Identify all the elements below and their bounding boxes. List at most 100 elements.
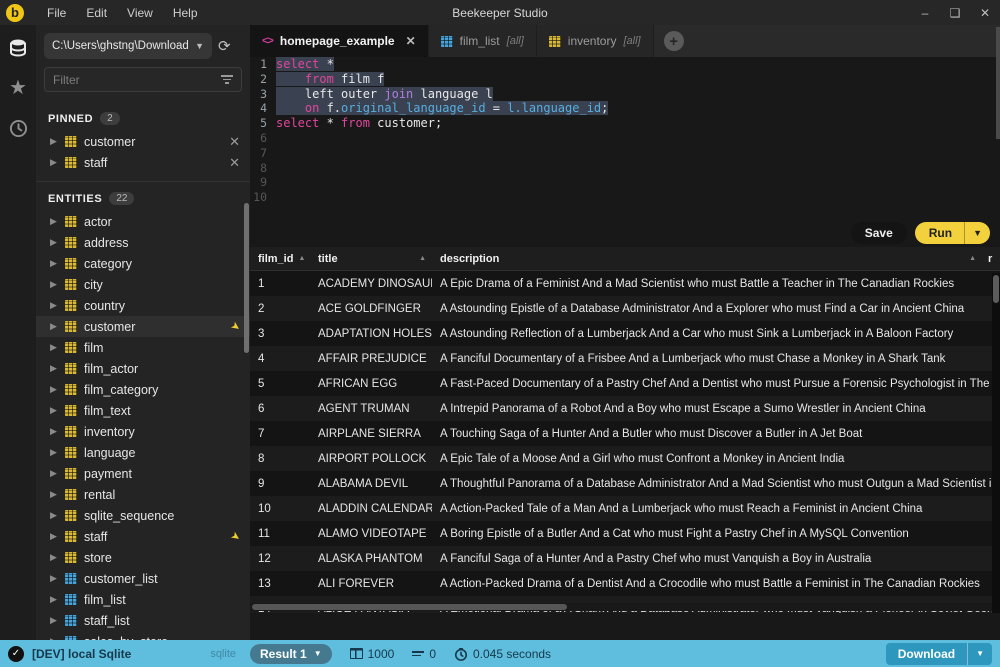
column-header-description[interactable]: description ▲ — [432, 253, 986, 265]
table-row[interactable]: 8AIRPORT POLLOCKA Epic Tale of a Moose A… — [250, 446, 1000, 471]
column-header-release-year-clipped[interactable]: r — [986, 253, 1000, 265]
download-dropdown-caret-icon[interactable]: ▼ — [967, 643, 992, 665]
chevron-right-icon[interactable]: ▶ — [50, 321, 58, 332]
sidebar-item-store[interactable]: ▶store — [36, 547, 250, 568]
chevron-right-icon[interactable]: ▶ — [50, 279, 58, 290]
pin-icon[interactable]: ➤ — [228, 319, 243, 335]
chevron-right-icon[interactable]: ▶ — [50, 384, 58, 395]
menu-item-file[interactable]: File — [38, 4, 75, 22]
chevron-right-icon[interactable]: ▶ — [50, 363, 58, 374]
refresh-icon[interactable]: ⟳ — [218, 37, 231, 55]
chevron-right-icon[interactable]: ▶ — [50, 426, 58, 437]
tab-film_list[interactable]: film_list[all] — [429, 25, 537, 57]
new-tab-button[interactable]: + — [664, 31, 684, 51]
chevron-down-icon: ▼ — [195, 41, 204, 51]
table-row[interactable]: 5AFRICAN EGGA Fast-Paced Documentary of … — [250, 371, 1000, 396]
database-icon[interactable] — [7, 37, 29, 59]
table-row[interactable]: 11ALAMO VIDEOTAPEA Boring Epistle of a B… — [250, 521, 1000, 546]
chevron-right-icon[interactable]: ▶ — [50, 216, 58, 227]
result-selector[interactable]: Result 1 ▼ — [250, 644, 332, 664]
chevron-right-icon[interactable]: ▶ — [50, 405, 58, 416]
chevron-right-icon[interactable]: ▶ — [50, 489, 58, 500]
chevron-right-icon[interactable]: ▶ — [50, 510, 58, 521]
table-icon — [549, 36, 561, 47]
history-icon[interactable] — [7, 117, 29, 139]
chevron-right-icon[interactable]: ▶ — [50, 552, 58, 563]
minimize-button[interactable]: – — [910, 0, 940, 25]
column-header-film-id[interactable]: film_id ▲ — [250, 253, 310, 265]
table-row[interactable]: 1ACADEMY DINOSAURA Epic Drama of a Femin… — [250, 271, 1000, 296]
sidebar-item-actor[interactable]: ▶actor — [36, 211, 250, 232]
close-button[interactable]: ✕ — [970, 0, 1000, 25]
chevron-right-icon[interactable]: ▶ — [50, 468, 58, 479]
sidebar-item-film_category[interactable]: ▶film_category — [36, 379, 250, 400]
chevron-right-icon[interactable]: ▶ — [50, 342, 58, 353]
sidebar-item-language[interactable]: ▶language — [36, 442, 250, 463]
editor-scrollbar[interactable] — [996, 27, 1000, 139]
sidebar-item-film[interactable]: ▶film — [36, 337, 250, 358]
sidebar-item-address[interactable]: ▶address — [36, 232, 250, 253]
sidebar-item-country[interactable]: ▶country — [36, 295, 250, 316]
maximize-button[interactable]: ❑ — [940, 0, 970, 25]
sidebar-item-rental[interactable]: ▶rental — [36, 484, 250, 505]
chevron-right-icon[interactable]: ▶ — [50, 136, 58, 147]
sidebar-item-sales_by_store[interactable]: ▶sales_by_store — [36, 631, 250, 640]
run-dropdown-caret-icon[interactable]: ▼ — [964, 222, 990, 244]
sidebar-item-payment[interactable]: ▶payment — [36, 463, 250, 484]
tab-homepage_example[interactable]: <>homepage_example✕ — [250, 25, 429, 57]
column-header-title[interactable]: title ▲ — [310, 253, 432, 265]
table-row[interactable]: 3ADAPTATION HOLESA Astounding Reflection… — [250, 321, 1000, 346]
sidebar-item-city[interactable]: ▶city — [36, 274, 250, 295]
chevron-right-icon[interactable]: ▶ — [50, 615, 58, 626]
chevron-right-icon[interactable]: ▶ — [50, 300, 58, 311]
table-row[interactable]: 9ALABAMA DEVILA Thoughtful Panorama of a… — [250, 471, 1000, 496]
filter-input[interactable] — [53, 73, 221, 87]
table-row[interactable]: 7AIRPLANE SIERRAA Touching Saga of a Hun… — [250, 421, 1000, 446]
menu-item-edit[interactable]: Edit — [77, 4, 116, 22]
download-button[interactable]: Download ▼ — [886, 643, 992, 665]
pinned-item-staff[interactable]: ▶staff✕ — [36, 152, 250, 173]
sidebar-item-customer[interactable]: ▶customer➤ — [36, 316, 250, 337]
table-row[interactable]: 6AGENT TRUMANA Intrepid Panorama of a Ro… — [250, 396, 1000, 421]
table-row[interactable]: 13ALI FOREVERA Action-Packed Drama of a … — [250, 571, 1000, 596]
sidebar-item-customer_list[interactable]: ▶customer_list — [36, 568, 250, 589]
database-selector[interactable]: C:\Users\ghstng\Downloads ▼ — [44, 33, 212, 59]
sidebar-item-film_actor[interactable]: ▶film_actor — [36, 358, 250, 379]
unpin-close-icon[interactable]: ✕ — [229, 134, 240, 150]
menu-item-view[interactable]: View — [118, 4, 162, 22]
table-row[interactable]: 2ACE GOLDFINGERA Astounding Epistle of a… — [250, 296, 1000, 321]
menu-item-help[interactable]: Help — [164, 4, 207, 22]
sidebar-item-category[interactable]: ▶category — [36, 253, 250, 274]
chevron-right-icon[interactable]: ▶ — [50, 573, 58, 584]
connection-status[interactable]: ✓ [DEV] local Sqlite sqlite — [0, 646, 250, 662]
sidebar-item-inventory[interactable]: ▶inventory — [36, 421, 250, 442]
sidebar-item-film_list[interactable]: ▶film_list — [36, 589, 250, 610]
pinned-item-customer[interactable]: ▶customer✕ — [36, 131, 250, 152]
tab-inventory[interactable]: inventory[all] — [537, 25, 654, 57]
vertical-scrollbar[interactable] — [992, 273, 1000, 613]
filter-icon[interactable] — [221, 75, 233, 84]
table-icon — [65, 489, 77, 500]
chevron-right-icon[interactable]: ▶ — [50, 157, 58, 168]
sql-editor[interactable]: 1select *2 from film f3 left outer join … — [250, 57, 1000, 247]
tab-close-icon[interactable]: ✕ — [406, 34, 416, 48]
chevron-right-icon[interactable]: ▶ — [50, 237, 58, 248]
chevron-right-icon[interactable]: ▶ — [50, 594, 58, 605]
favorites-star-icon[interactable]: ★ — [7, 77, 29, 99]
chevron-right-icon[interactable]: ▶ — [50, 531, 58, 542]
sidebar-item-staff_list[interactable]: ▶staff_list — [36, 610, 250, 631]
chevron-right-icon[interactable]: ▶ — [50, 447, 58, 458]
sidebar-item-sqlite_sequence[interactable]: ▶sqlite_sequence — [36, 505, 250, 526]
sidebar-item-film_text[interactable]: ▶film_text — [36, 400, 250, 421]
chevron-right-icon[interactable]: ▶ — [50, 258, 58, 269]
sidebar-item-staff[interactable]: ▶staff➤ — [36, 526, 250, 547]
run-button[interactable]: Run ▼ — [915, 222, 990, 244]
unpin-close-icon[interactable]: ✕ — [229, 155, 240, 171]
table-row[interactable]: 10ALADDIN CALENDARA Action-Packed Tale o… — [250, 496, 1000, 521]
sidebar-scrollbar[interactable] — [244, 203, 249, 353]
table-row[interactable]: 4AFFAIR PREJUDICEA Fanciful Documentary … — [250, 346, 1000, 371]
save-button[interactable]: Save — [851, 222, 907, 244]
pin-icon[interactable]: ➤ — [228, 529, 243, 545]
horizontal-scrollbar[interactable] — [250, 603, 1000, 611]
table-row[interactable]: 12ALASKA PHANTOMA Fanciful Saga of a Hun… — [250, 546, 1000, 571]
